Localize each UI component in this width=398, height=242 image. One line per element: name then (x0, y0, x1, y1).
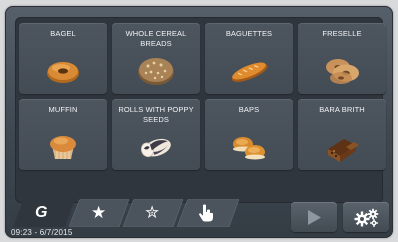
start-button[interactable] (291, 202, 337, 232)
baguette-icon (231, 62, 268, 82)
product-label: FRESELLE (322, 29, 362, 38)
product-tile-bara-brith[interactable]: BARA BRITH (298, 99, 386, 170)
star-icon: ★ (91, 203, 107, 222)
tab-brand[interactable]: G (13, 199, 75, 227)
brand-logo-icon: G (35, 204, 48, 221)
product-label: BAGEL (50, 29, 76, 38)
product-tile-whole-cereal-breads[interactable]: WHOLE CEREAL BREADS (112, 23, 200, 94)
oven-screen: BAGEL WHOLE CEREAL BREADS BAGUETTES FRES… (5, 6, 393, 238)
tab-manual[interactable] (177, 199, 239, 227)
product-label: BAPS (238, 105, 260, 114)
status-datetime: 09:23 - 6/7/2015 (11, 228, 73, 237)
play-icon (308, 210, 321, 225)
baps-icon (233, 137, 265, 160)
product-label: ROLLS WITH POPPY SEEDS (118, 105, 194, 124)
whole-cereal-bread-icon (138, 58, 174, 85)
product-label: BARA BRITH (319, 105, 365, 114)
product-label: WHOLE CEREAL BREADS (125, 29, 187, 48)
settings-gears-icon (354, 208, 379, 227)
tab-bar: G ★ ✮ (13, 199, 243, 227)
tab-favorites[interactable]: ★ (69, 199, 129, 227)
product-tile-freselle[interactable]: FRESELLE (298, 23, 386, 94)
star-outline-icon: ✮ (145, 203, 160, 222)
product-tile-muffin[interactable]: MUFFIN (19, 99, 107, 170)
settings-button[interactable] (343, 202, 389, 232)
product-panel: BAGEL WHOLE CEREAL BREADS BAGUETTES FRES… (15, 17, 386, 203)
bara-brith-icon (328, 139, 359, 162)
muffin-icon (50, 136, 76, 159)
freselle-icon (326, 59, 359, 84)
bagel-icon (47, 62, 79, 83)
product-tile-baps[interactable]: BAPS (205, 99, 293, 170)
product-tile-rolls-with-poppy-seeds[interactable]: ROLLS WITH POPPY SEEDS (112, 99, 200, 170)
product-tile-bagel[interactable]: BAGEL (19, 23, 107, 94)
tab-favorites-outline[interactable]: ✮ (123, 199, 183, 227)
product-label: BAGUETTES (225, 29, 273, 38)
product-label: MUFFIN (48, 105, 78, 114)
poppy-seed-roll-icon (140, 138, 171, 158)
hand-pointer-icon (199, 204, 213, 222)
product-tile-baguettes[interactable]: BAGUETTES (205, 23, 293, 94)
